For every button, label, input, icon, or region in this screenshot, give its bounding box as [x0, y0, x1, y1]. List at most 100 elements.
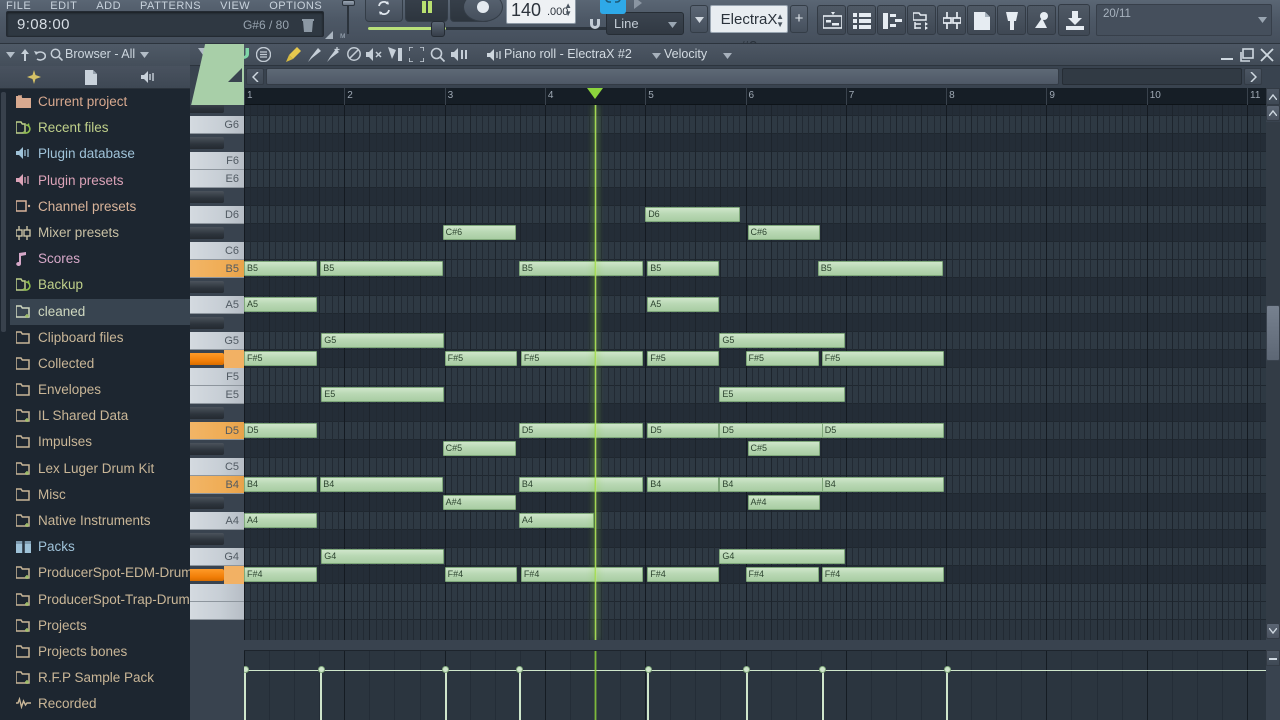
- browser-item-collected[interactable]: Collected: [10, 351, 190, 377]
- horizontal-scrollbar[interactable]: [266, 68, 1059, 85]
- piano-roll-note[interactable]: F#5: [647, 351, 720, 366]
- piano-key-Csharp6[interactable]: [190, 227, 224, 239]
- piano-roll-note[interactable]: D5: [244, 423, 318, 438]
- velocity-handle[interactable]: [442, 666, 450, 673]
- piano-key-Asharp5[interactable]: [190, 281, 224, 293]
- piano-roll-note[interactable]: F#5: [244, 351, 318, 366]
- velocity-bar[interactable]: [647, 669, 650, 720]
- piano-roll-note[interactable]: A4: [244, 513, 318, 528]
- browser-item-il-shared-data[interactable]: IL Shared Data: [10, 403, 190, 429]
- piano-roll-note[interactable]: G5: [321, 333, 444, 348]
- browser-item-plugin-database[interactable]: Plugin database: [10, 141, 190, 167]
- piano-key-Gsharp4[interactable]: [190, 533, 224, 545]
- magnet-icon[interactable]: [588, 18, 602, 30]
- piano-roll-note[interactable]: F#5: [745, 351, 819, 366]
- piano-roll-note[interactable]: D5: [647, 423, 720, 438]
- piano-roll-note[interactable]: A4: [518, 513, 595, 528]
- song-progress-handle[interactable]: [431, 21, 445, 37]
- vscroll-thumb[interactable]: [1266, 305, 1280, 361]
- speaker-icon[interactable]: [141, 71, 157, 83]
- timeline-ruler[interactable]: 1 2 3 4 5 6 7 8 9 10 11: [244, 88, 1266, 105]
- vertical-scrollbar[interactable]: [1266, 105, 1280, 640]
- piano-roll-note[interactable]: F#4: [821, 567, 945, 582]
- browser-item-recorded[interactable]: Recorded: [10, 691, 190, 717]
- piano-roll-note[interactable]: C#5: [747, 441, 820, 456]
- hardware-button[interactable]: [1027, 5, 1056, 35]
- velocity-handle[interactable]: [819, 666, 827, 673]
- piano-roll-note[interactable]: G4: [719, 549, 845, 564]
- vscroll-up-button[interactable]: [1266, 105, 1280, 121]
- piano-roll-note[interactable]: F#5: [821, 351, 945, 366]
- paint-add-icon[interactable]: [326, 47, 341, 62]
- menu-icon[interactable]: [256, 47, 271, 62]
- browser-item-packs[interactable]: Packs: [10, 534, 190, 560]
- piano-roll-note[interactable]: A5: [244, 297, 318, 312]
- piano-roll-note[interactable]: C#6: [747, 225, 820, 240]
- browser-scrollbar[interactable]: [1, 92, 6, 332]
- piano-roll-note[interactable]: F#4: [745, 567, 819, 582]
- step-sequencer-button[interactable]: [847, 5, 876, 35]
- menu-item-view[interactable]: VIEW: [214, 0, 250, 10]
- close-icon[interactable]: [1260, 48, 1274, 62]
- note-grid[interactable]: D6 C#6 C#6 B5 B5 B5 B5 B5 A5 A5 G5 G5 F#5 F#5 F#5 F#5 F#…: [244, 105, 1266, 640]
- chevron-down-icon[interactable]: [140, 52, 149, 58]
- browser-item-backup[interactable]: Backup: [10, 272, 190, 298]
- velocity-handle[interactable]: [743, 666, 750, 673]
- piano-roll-note[interactable]: G5: [719, 333, 845, 348]
- piano-roll-note[interactable]: D5: [821, 423, 945, 438]
- play-pause-button[interactable]: [405, 0, 448, 22]
- tempo-spinner[interactable]: ▲ ▼: [564, 2, 572, 18]
- paint-icon[interactable]: [306, 47, 321, 62]
- velocity-bar[interactable]: [745, 669, 748, 720]
- piano-roll-note[interactable]: A#4: [442, 495, 516, 510]
- play-triangle-icon[interactable]: [632, 0, 644, 10]
- add-pattern-button[interactable]: +: [790, 5, 808, 33]
- playback-icon[interactable]: [451, 48, 468, 61]
- search-icon[interactable]: [50, 48, 63, 61]
- hscroll-right-button[interactable]: [1244, 68, 1262, 85]
- piano-roll-note[interactable]: B4: [518, 477, 644, 492]
- panel-resize-handle[interactable]: [324, 30, 334, 40]
- slice-icon[interactable]: [388, 47, 403, 62]
- select-icon[interactable]: [409, 47, 424, 62]
- up-arrow-icon[interactable]: [20, 49, 30, 61]
- piano-key-Asharp4[interactable]: [190, 497, 224, 509]
- time-display-panel[interactable]: 9:08:00 G#6 / 80: [6, 11, 324, 37]
- pattern-name-field[interactable]: ElectraX #2 ▲▼: [710, 5, 788, 55]
- piano-roll-note[interactable]: B4: [647, 477, 720, 492]
- browser-item-projects-bones[interactable]: Projects bones: [10, 639, 190, 665]
- piano-roll-note[interactable]: B5: [320, 261, 443, 276]
- tempo-field[interactable]: 140 .000 ▲ ▼: [506, 0, 576, 24]
- piano-roll-note[interactable]: B4: [244, 477, 318, 492]
- browser-item-cleaned[interactable]: cleaned: [10, 298, 190, 325]
- velocity-grid[interactable]: [244, 650, 1266, 720]
- piano-roll-note[interactable]: B5: [518, 261, 644, 276]
- velocity-corner-button[interactable]: [1266, 650, 1280, 666]
- pencil-icon[interactable]: [286, 47, 301, 62]
- piano-keyboard[interactable]: G6 F6 E6 D6 C6 B5 A5 G5 F5 E5 D5 C5 B4 A4 G4: [190, 105, 244, 640]
- browser-item-mixer-presets[interactable]: Mixer presets: [10, 220, 190, 246]
- mixer-button[interactable]: [937, 5, 966, 35]
- piano-roll-note[interactable]: E5: [719, 387, 845, 402]
- trash-icon[interactable]: [301, 18, 315, 33]
- piano-roll-note[interactable]: F#5: [444, 351, 517, 366]
- velocity-bar[interactable]: [320, 669, 323, 720]
- piano-roll-note[interactable]: B5: [817, 261, 944, 276]
- piano-roll-note[interactable]: G4: [321, 549, 444, 564]
- chevron-down-icon[interactable]: [652, 53, 661, 59]
- piano-key-F4[interactable]: [190, 584, 244, 602]
- velocity-handle[interactable]: [317, 666, 325, 673]
- playhead-marker[interactable]: [587, 88, 604, 99]
- star-icon[interactable]: [26, 70, 42, 84]
- browser-item-r-f-p-sample-pack[interactable]: R.F.P Sample Pack: [10, 665, 190, 691]
- loop-mode-button[interactable]: [365, 0, 403, 22]
- piano-roll-note[interactable]: A#4: [747, 495, 820, 510]
- menu-item-add[interactable]: ADD: [90, 0, 121, 10]
- chevron-down-icon[interactable]: [6, 52, 15, 58]
- piano-roll-note[interactable]: C#5: [442, 441, 516, 456]
- delete-icon[interactable]: [347, 47, 361, 61]
- playlist-button[interactable]: [817, 5, 846, 35]
- velocity-handle[interactable]: [943, 666, 951, 673]
- piano-roll-note[interactable]: F#4: [647, 567, 720, 582]
- control-mode-label[interactable]: Velocity: [664, 47, 707, 61]
